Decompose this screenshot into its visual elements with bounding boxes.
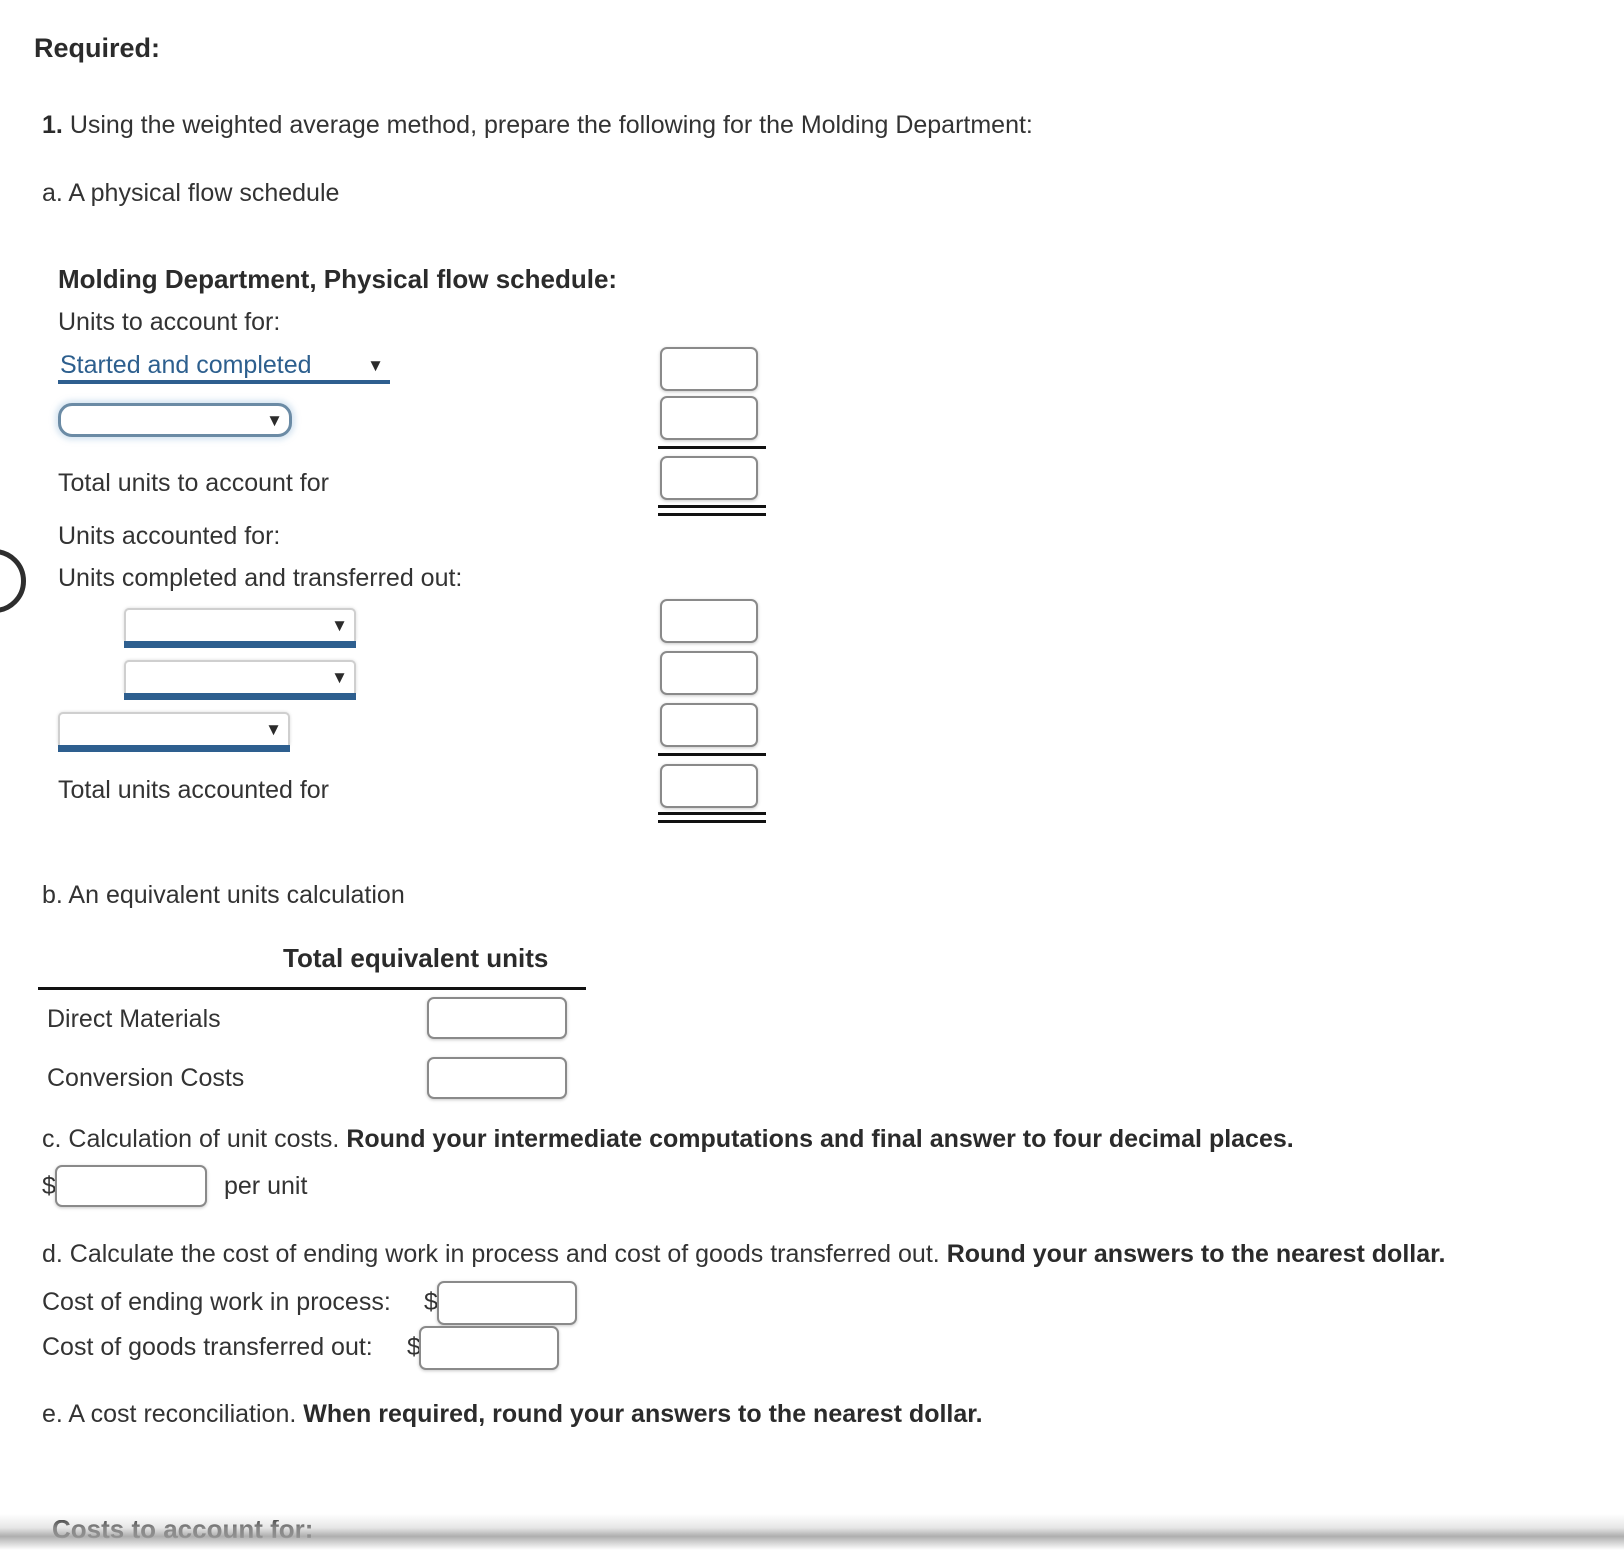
units-to-account-select-1-value: Started and completed [60,350,312,379]
units-accounted-label: Units accounted for: [58,522,281,550]
chevron-down-icon: ▼ [331,668,348,687]
ending-wip-currency: $ [424,1288,438,1316]
total-units-to-account-input[interactable] [660,456,758,500]
units-to-account-input-1[interactable] [660,347,758,391]
total-units-to-account-label: Total units to account for [58,469,329,497]
part-c-label-bold: Round your intermediate computations and… [346,1125,1294,1153]
clipped-section: Costs to account for: [0,1520,1624,1550]
chevron-down-icon: ▼ [367,355,384,375]
total-units-accounted-label: Total units accounted for [58,776,329,804]
part-c-label-plain: c. Calculation of unit costs. [42,1125,340,1153]
part-c-currency: $ [42,1172,56,1200]
units-to-account-input-2[interactable] [660,396,758,440]
units-accounted-select-2[interactable]: ▼ [124,660,356,700]
part-a-label: a. A physical flow schedule [42,179,340,207]
total-units-accounted-input[interactable] [660,764,758,808]
goods-transferred-label: Cost of goods transferred out: [42,1333,373,1361]
units-accounted-select-3[interactable]: ▼ [58,712,290,752]
conversion-costs-input[interactable] [427,1057,567,1099]
chevron-down-icon: ▼ [265,720,282,739]
units-accounted-input-2[interactable] [660,651,758,695]
instruction-text: Using the weighted average method, prepa… [69,111,1033,139]
ending-wip-input[interactable] [437,1281,577,1325]
part-d-label: d. Calculate the cost of ending work in … [42,1239,1445,1269]
part-d-label-plain: d. Calculate the cost of ending work in … [42,1240,940,1268]
units-accounted-input-1[interactable] [660,599,758,643]
total-rule-2 [658,812,766,823]
chevron-down-icon: ▼ [266,410,283,430]
part-c-suffix: per unit [224,1172,308,1200]
conversion-costs-label: Conversion Costs [47,1064,245,1092]
goods-transferred-input[interactable] [419,1326,559,1370]
subtotal-rule-1 [658,446,766,449]
units-to-account-select-1[interactable]: Started and completed ▼ [58,350,390,384]
part-e-label: e. A cost reconciliation. When required,… [42,1399,983,1429]
direct-materials-input[interactable] [427,997,567,1039]
part-c-label: c. Calculation of unit costs. Round your… [42,1124,1294,1154]
completed-transferred-label: Units completed and transferred out: [58,564,463,592]
costs-to-account-heading: Costs to account for: [52,1520,314,1544]
worksheet-page: Required: 1. Using the weighted average … [0,0,1624,1550]
total-rule-1 [658,505,766,516]
chevron-down-icon: ▼ [331,616,348,635]
direct-materials-label: Direct Materials [47,1005,221,1033]
instruction-number: 1. [42,111,63,139]
part-e-label-plain: e. A cost reconciliation. [42,1400,297,1428]
ending-wip-label: Cost of ending work in process: [42,1288,391,1316]
unit-cost-input[interactable] [55,1165,207,1207]
instruction-line: 1. Using the weighted average method, pr… [42,110,1033,140]
page-title: Required: [34,33,161,63]
equivalent-units-column-header: Total equivalent units [283,943,549,973]
units-to-account-select-2[interactable]: ▼ [58,403,292,437]
units-accounted-input-3[interactable] [660,703,758,747]
part-d-label-bold: Round your answers to the nearest dollar… [946,1240,1446,1268]
units-accounted-select-1[interactable]: ▼ [124,608,356,648]
equivalent-units-header-rule [38,987,586,990]
part-e-label-bold: When required, round your answers to the… [303,1400,983,1428]
circle-marker-icon [0,549,26,613]
schedule-title: Molding Department, Physical flow schedu… [58,264,618,294]
units-to-account-label: Units to account for: [58,308,281,336]
subtotal-rule-2 [658,753,766,756]
part-b-label: b. An equivalent units calculation [42,881,405,909]
